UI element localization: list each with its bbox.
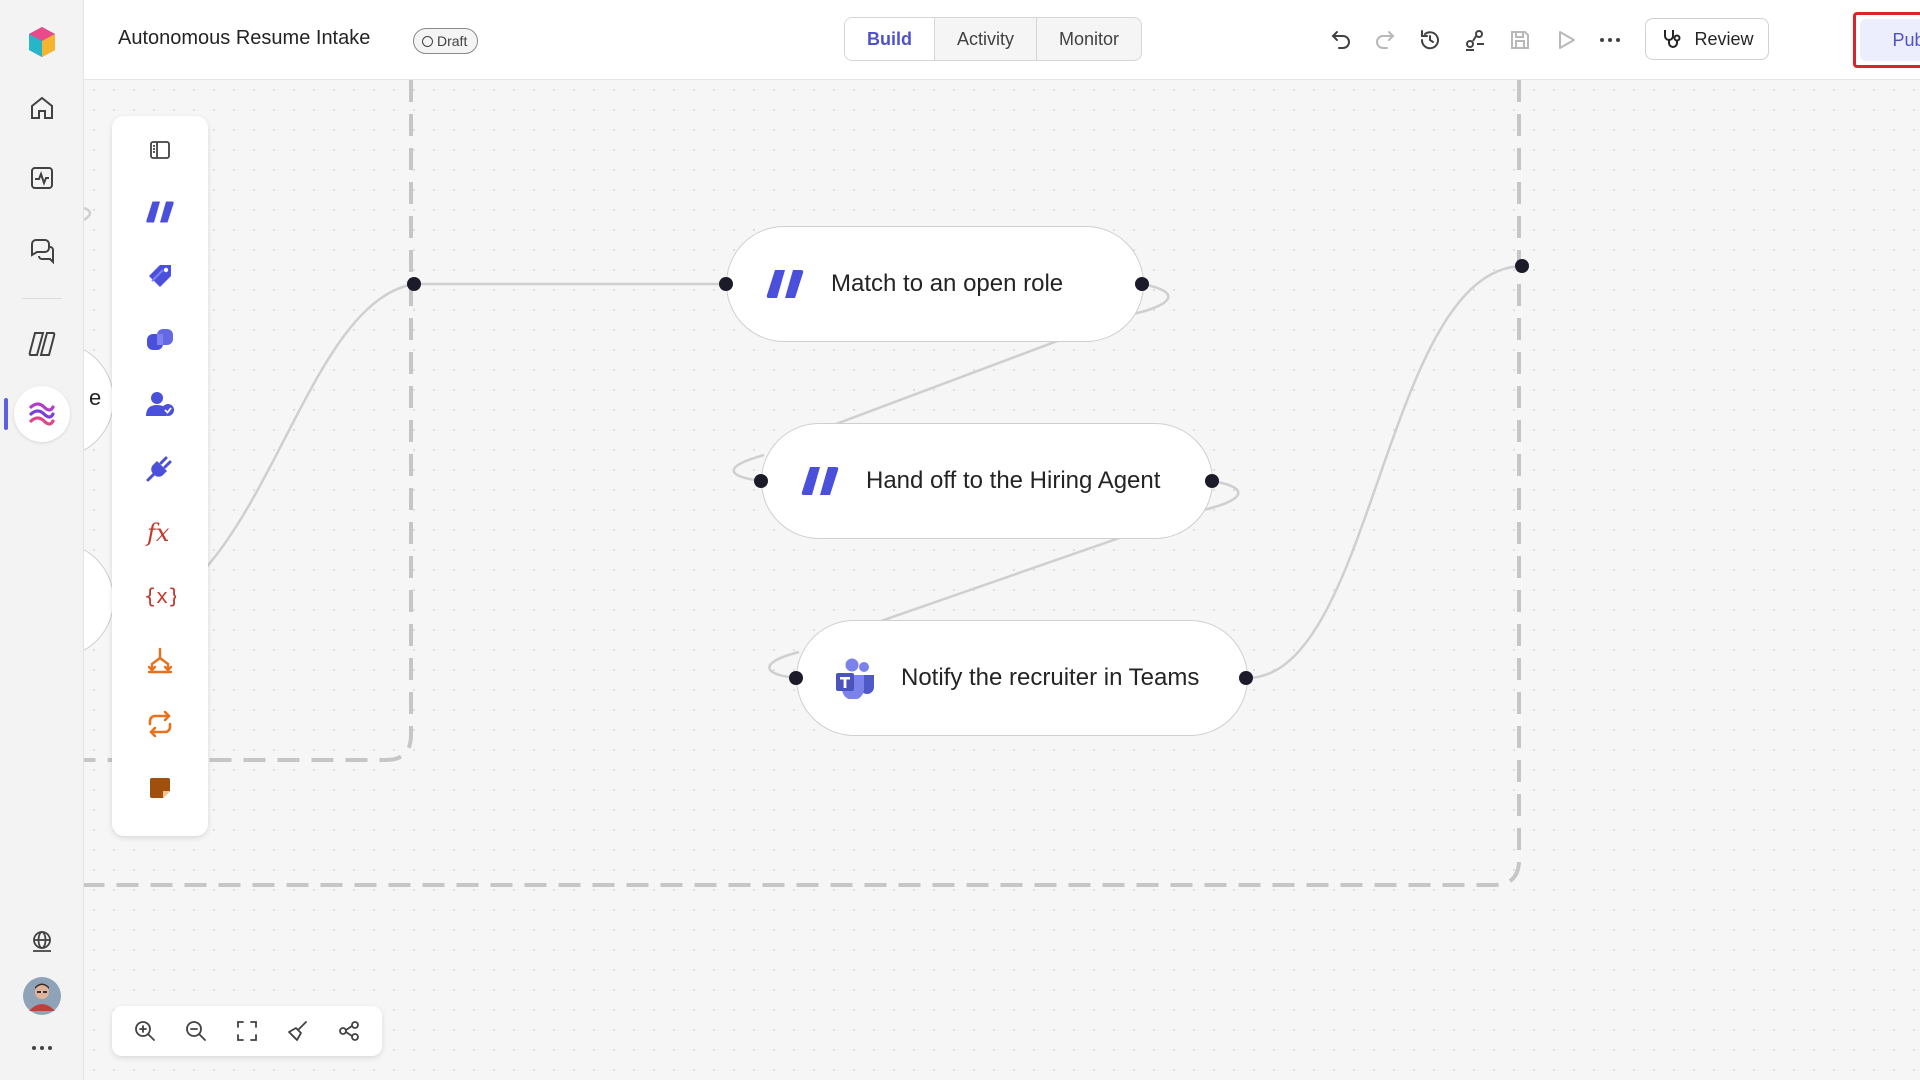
status-label: Draft	[437, 33, 468, 49]
active-indicator	[4, 398, 8, 430]
review-button[interactable]: Review	[1645, 18, 1769, 60]
svg-text:fx: fx	[145, 519, 170, 547]
tab-build[interactable]: Build	[845, 18, 935, 60]
node-palette: fx {x}	[112, 116, 208, 836]
clean-up-icon[interactable]	[280, 1013, 316, 1049]
loop-icon[interactable]	[138, 702, 182, 746]
stethoscope-icon	[1664, 30, 1681, 48]
flow-canvas[interactable]: e Match to an open role Hand off to the …	[84, 80, 1920, 1080]
top-bar: Autonomous Resume Intake Draft Build Act…	[84, 0, 1920, 80]
agent-icon	[798, 459, 842, 503]
teams-icon	[833, 656, 877, 700]
node-label: Match to an open role	[831, 270, 1064, 297]
node-label: Notify the recruiter in Teams	[901, 664, 1200, 691]
human-review-icon[interactable]	[138, 382, 182, 426]
agent-icon	[763, 262, 807, 306]
undo-icon[interactable]	[1325, 24, 1357, 56]
node-input-port[interactable]	[754, 474, 768, 488]
zoom-out-icon[interactable]	[178, 1013, 214, 1049]
agent-icon[interactable]	[138, 190, 182, 234]
variable-icon[interactable]: {x}	[138, 574, 182, 618]
flow-node-notify-teams[interactable]: Notify the recruiter in Teams	[796, 620, 1248, 736]
more-icon[interactable]	[14, 1020, 70, 1076]
publish-button[interactable]: Publish	[1860, 19, 1920, 61]
rail-divider	[22, 298, 62, 299]
node-label: Hand off to the Hiring Agent	[866, 467, 1161, 494]
globe-icon[interactable]	[14, 914, 70, 970]
tag-icon[interactable]	[138, 254, 182, 298]
group-input-port[interactable]	[407, 277, 421, 291]
group-output-port[interactable]	[1515, 259, 1529, 273]
run-icon[interactable]	[1550, 24, 1582, 56]
flow-node-match-role[interactable]: Match to an open role	[726, 226, 1144, 342]
formula-icon[interactable]: fx	[138, 510, 182, 554]
app-logo-icon[interactable]	[14, 14, 70, 70]
left-rail	[0, 0, 84, 1080]
status-badge: Draft	[413, 28, 479, 54]
tab-monitor[interactable]: Monitor	[1037, 18, 1141, 60]
copilot-icon[interactable]	[138, 318, 182, 362]
page-title: Autonomous Resume Intake	[118, 27, 371, 49]
connector-plug-icon[interactable]	[138, 446, 182, 490]
redo-icon[interactable]	[1369, 24, 1401, 56]
activity-icon[interactable]	[14, 150, 70, 206]
flows-icon[interactable]	[14, 386, 70, 442]
node-output-port[interactable]	[1135, 277, 1149, 291]
node-output-port[interactable]	[1205, 474, 1219, 488]
more-options-icon[interactable]	[1594, 24, 1626, 56]
publish-highlight: Publish	[1853, 12, 1920, 68]
node-input-port[interactable]	[789, 671, 803, 685]
chat-icon[interactable]	[14, 222, 70, 278]
sticky-note-icon[interactable]	[138, 766, 182, 810]
node-input-port[interactable]	[719, 277, 733, 291]
partial-node-label: e	[89, 385, 102, 410]
zoom-in-icon[interactable]	[127, 1013, 163, 1049]
layout-icon[interactable]	[331, 1013, 367, 1049]
condition-icon[interactable]	[138, 638, 182, 682]
review-label: Review	[1694, 28, 1754, 49]
agents-icon[interactable]	[14, 316, 70, 372]
home-icon[interactable]	[14, 80, 70, 136]
fit-view-icon[interactable]	[229, 1013, 265, 1049]
save-icon[interactable]	[1504, 24, 1536, 56]
connections-icon[interactable]	[1459, 24, 1491, 56]
svg-text:{x}: {x}	[144, 584, 176, 608]
history-icon[interactable]	[1414, 24, 1446, 56]
toggle-panel-icon[interactable]	[138, 128, 182, 172]
draft-status-icon	[422, 35, 433, 47]
view-tabs: Build Activity Monitor	[844, 17, 1143, 61]
node-output-port[interactable]	[1239, 671, 1253, 685]
zoom-controls	[112, 1006, 382, 1056]
flow-node-handoff[interactable]: Hand off to the Hiring Agent	[761, 423, 1213, 539]
tab-activity[interactable]: Activity	[935, 18, 1038, 60]
avatar[interactable]	[14, 968, 70, 1024]
